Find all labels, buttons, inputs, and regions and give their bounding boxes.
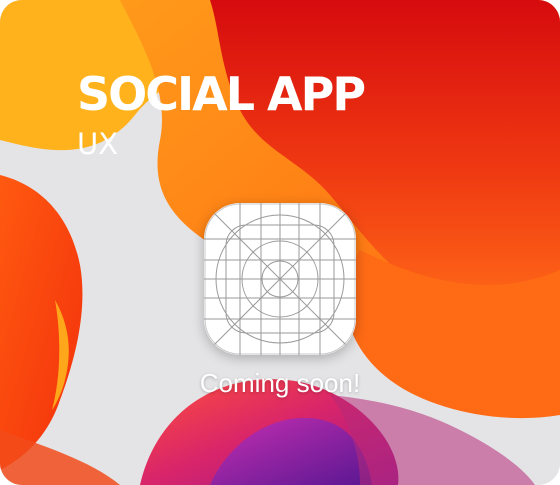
icon-grid-icon <box>204 203 356 355</box>
app-icon-template[interactable] <box>204 203 356 355</box>
app-title: SOCIAL APP <box>77 67 366 121</box>
coming-soon-label: Coming soon! <box>199 368 361 398</box>
app-subtitle: UX <box>77 127 119 161</box>
app-promo-card: SOCIAL APP UX Coming soon! <box>0 0 560 485</box>
